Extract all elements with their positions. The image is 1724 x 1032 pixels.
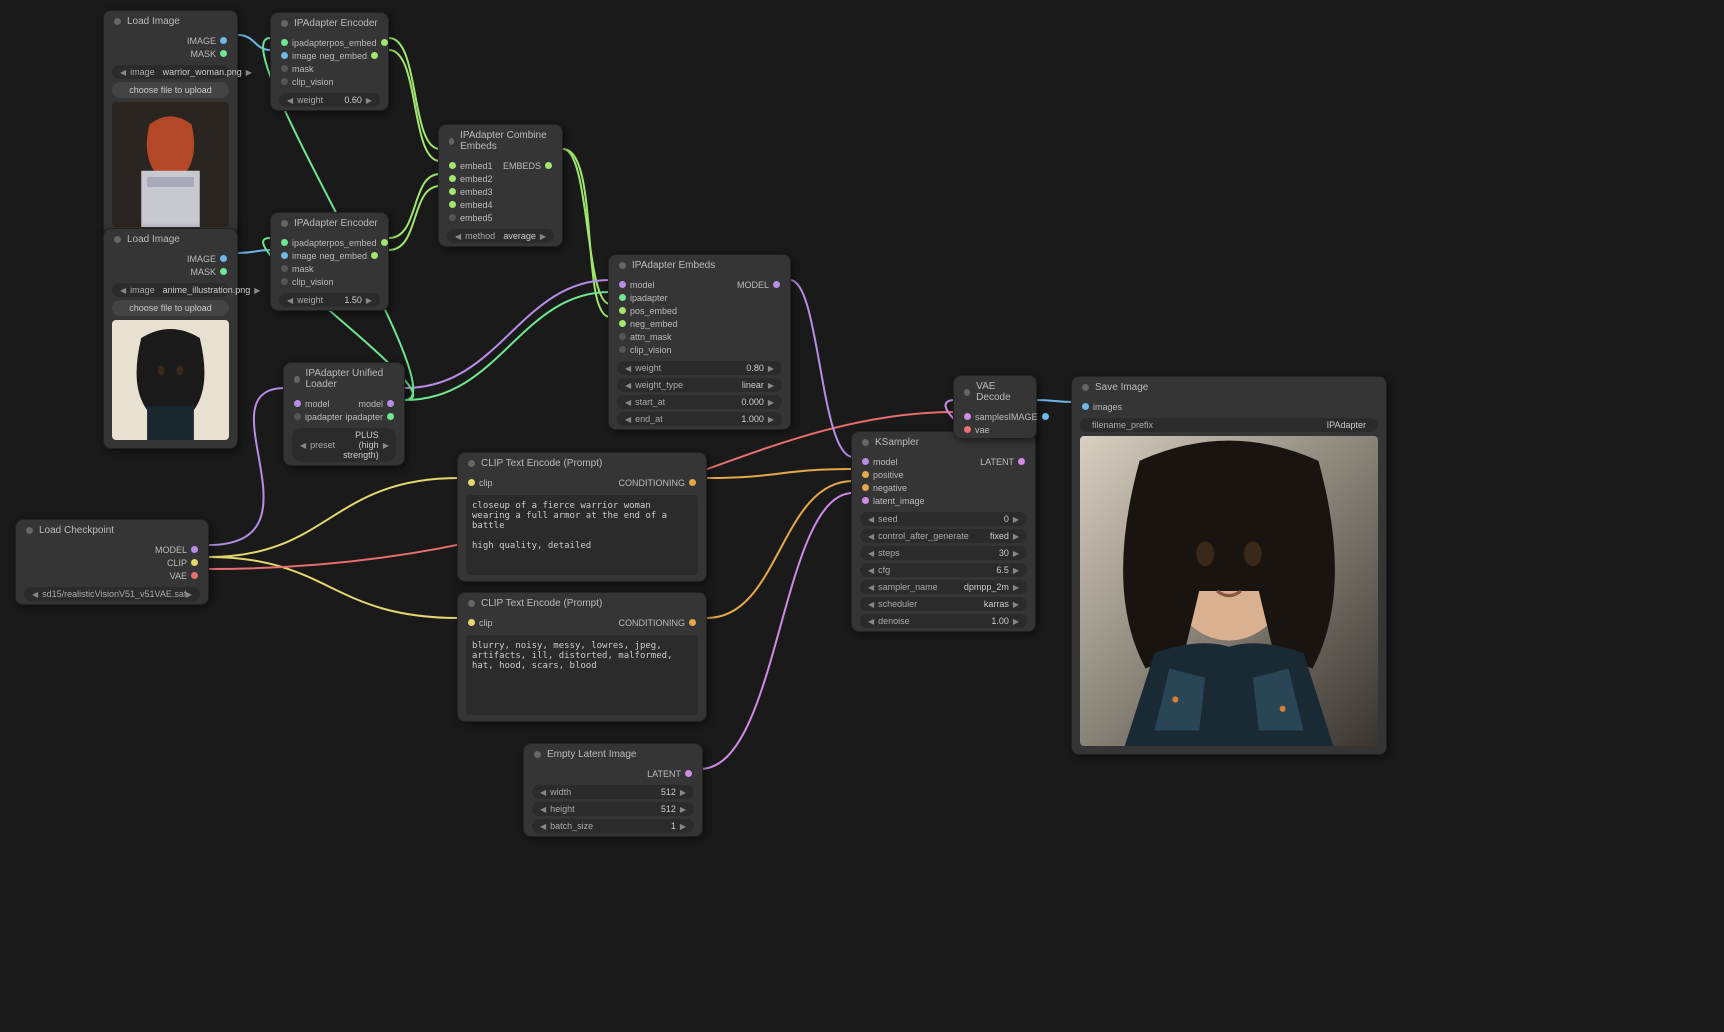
widget-weight[interactable]: ◀weight0.80▶ [617, 361, 782, 375]
widget-control-after-generate[interactable]: ◀control_after_generatefixed▶ [860, 529, 1027, 543]
node-title[interactable]: IPAdapter Embeds [609, 255, 790, 276]
widget-start-at[interactable]: ◀start_at0.000▶ [617, 395, 782, 409]
widget-denoise[interactable]: ◀denoise1.00▶ [860, 614, 1027, 628]
widget-preset[interactable]: ◀presetPLUS (high strength)▶ [292, 428, 396, 462]
node-clip-text-encode-negative[interactable]: CLIP Text Encode (Prompt) clipCONDITIONI… [457, 592, 707, 722]
textarea-prompt[interactable]: closeup of a fierce warrior woman wearin… [466, 495, 698, 575]
node-title[interactable]: IPAdapter Combine Embeds [439, 125, 562, 157]
node-title[interactable]: IPAdapter Encoder [271, 13, 388, 34]
node-title[interactable]: IPAdapter Unified Loader [284, 363, 404, 395]
widget-image-file[interactable]: ◀imagewarrior_woman.png▶ [112, 65, 229, 79]
widget-image-file[interactable]: ◀imageanime_illustration.png▶ [112, 283, 229, 297]
node-ipadapter-encoder-2[interactable]: IPAdapter Encoder ipadapterpos_embed ima… [270, 212, 389, 311]
node-title[interactable]: Empty Latent Image [524, 744, 702, 765]
widget-height[interactable]: ◀height512▶ [532, 802, 694, 816]
widget-end-at[interactable]: ◀end_at1.000▶ [617, 412, 782, 426]
widget-weight[interactable]: ◀weight1.50▶ [279, 293, 380, 307]
widget-seed[interactable]: ◀seed0▶ [860, 512, 1027, 526]
widget-ckpt-name[interactable]: ◀sd15/realisticVisionV51_v51VAE.safetens… [24, 587, 200, 601]
widget-cfg[interactable]: ◀cfg6.5▶ [860, 563, 1027, 577]
node-title[interactable]: Load Image [104, 11, 237, 32]
node-ipadapter-unified-loader[interactable]: IPAdapter Unified Loader modelmodel ipad… [283, 362, 405, 466]
node-load-image-1[interactable]: Load Image IMAGE MASK ◀imagewarrior_woma… [103, 10, 238, 236]
node-ipadapter-embeds[interactable]: IPAdapter Embeds modelMODEL ipadapter po… [608, 254, 791, 430]
button-upload[interactable]: choose file to upload [112, 82, 229, 98]
node-vae-decode[interactable]: VAE Decode samplesIMAGE vae [953, 375, 1037, 439]
button-upload[interactable]: choose file to upload [112, 300, 229, 316]
node-load-image-2[interactable]: Load Image IMAGE MASK ◀imageanime_illust… [103, 228, 238, 449]
output-image: IMAGE [187, 36, 216, 46]
output-mask: MASK [190, 49, 216, 59]
output-image-preview [1080, 436, 1378, 746]
node-ipadapter-combine[interactable]: IPAdapter Combine Embeds embed1EMBEDS em… [438, 124, 563, 247]
widget-batch-size[interactable]: ◀batch_size1▶ [532, 819, 694, 833]
widget-scheduler[interactable]: ◀schedulerkarras▶ [860, 597, 1027, 611]
node-load-checkpoint[interactable]: Load Checkpoint MODEL CLIP VAE ◀sd15/rea… [15, 519, 209, 605]
node-title[interactable]: IPAdapter Encoder [271, 213, 388, 234]
output-mask: MASK [190, 267, 216, 277]
textarea-prompt[interactable]: blurry, noisy, messy, lowres, jpeg, arti… [466, 635, 698, 715]
node-save-image[interactable]: Save Image images filename_prefixIPAdapt… [1071, 376, 1387, 755]
widget-weight-type[interactable]: ◀weight_typelinear▶ [617, 378, 782, 392]
widget-filename-prefix[interactable]: filename_prefixIPAdapter [1080, 418, 1378, 432]
widget-method[interactable]: ◀methodaverage▶ [447, 229, 554, 243]
widget-width[interactable]: ◀width512▶ [532, 785, 694, 799]
node-title[interactable]: VAE Decode [954, 376, 1036, 408]
widget-sampler-name[interactable]: ◀sampler_namedpmpp_2m▶ [860, 580, 1027, 594]
node-title[interactable]: Save Image [1072, 377, 1386, 398]
image-preview [112, 102, 229, 227]
node-clip-text-encode-positive[interactable]: CLIP Text Encode (Prompt) clipCONDITIONI… [457, 452, 707, 582]
node-title[interactable]: CLIP Text Encode (Prompt) [458, 453, 706, 474]
widget-steps[interactable]: ◀steps30▶ [860, 546, 1027, 560]
node-ipadapter-encoder-1[interactable]: IPAdapter Encoder ipadapterpos_embed ima… [270, 12, 389, 111]
widget-weight[interactable]: ◀weight0.60▶ [279, 93, 380, 107]
node-empty-latent-image[interactable]: Empty Latent Image LATENT ◀width512▶ ◀he… [523, 743, 703, 837]
node-ksampler[interactable]: KSampler modelLATENT positive negative l… [851, 431, 1036, 632]
node-title[interactable]: CLIP Text Encode (Prompt) [458, 593, 706, 614]
output-image: IMAGE [187, 254, 216, 264]
image-preview [112, 320, 229, 440]
node-title[interactable]: Load Checkpoint [16, 520, 208, 541]
node-title[interactable]: Load Image [104, 229, 237, 250]
